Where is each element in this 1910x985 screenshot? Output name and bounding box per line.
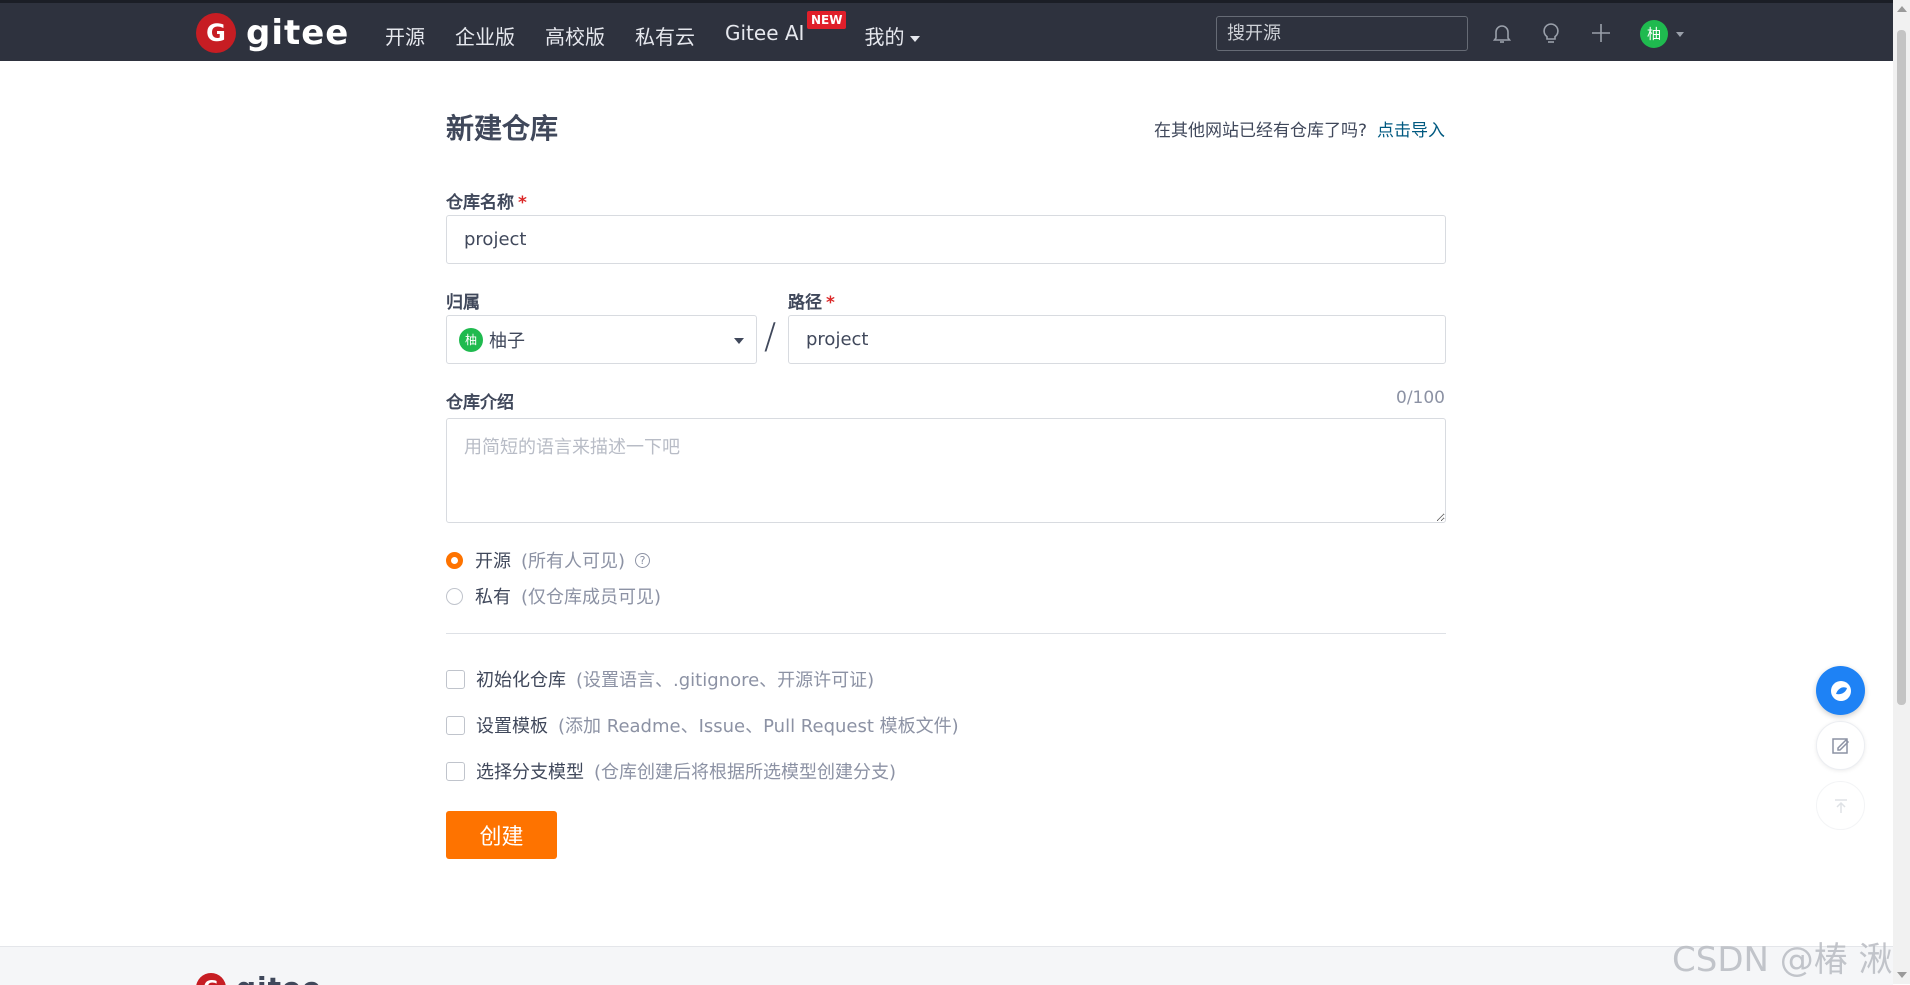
init-repo-checkbox[interactable]: 初始化仓库 (设置语言、.gitignore、开源许可证) [446, 666, 874, 692]
branch-model-label: 选择分支模型 [476, 758, 584, 784]
init-repo-label: 初始化仓库 [476, 666, 566, 692]
required-mark: * [826, 293, 835, 313]
import-prompt: 在其他网站已经有仓库了吗? 点击导入 [1154, 116, 1445, 141]
path-separator: / [764, 316, 776, 357]
assistant-icon [1827, 677, 1855, 705]
visibility-public-radio[interactable]: 开源 (所有人可见) ? [446, 547, 650, 573]
gitee-logo[interactable]: G gitee [196, 13, 349, 53]
user-avatar[interactable]: 柚 [1640, 20, 1668, 48]
repo-name-label-text: 仓库名称 [446, 193, 514, 213]
nav-item-private-cloud[interactable]: 私有云 [635, 21, 695, 50]
vertical-scrollbar[interactable] [1893, 0, 1910, 984]
required-mark: * [518, 193, 527, 213]
nav-item-gitee-ai-label: Gitee AI [725, 21, 804, 45]
chevron-down-icon [734, 338, 744, 344]
branch-model-hint: (仓库创建后将根据所选模型创建分支) [594, 758, 896, 784]
arrow-up-icon [1831, 796, 1851, 816]
scrollbar-thumb[interactable] [1897, 30, 1906, 705]
gitee-logo-mark: G [196, 13, 236, 53]
checkbox-icon [446, 716, 465, 735]
import-prompt-text: 在其他网站已经有仓库了吗? [1154, 121, 1367, 141]
path-input[interactable] [788, 315, 1446, 364]
repo-name-input[interactable] [446, 215, 1446, 264]
scroll-down-icon[interactable] [1897, 972, 1907, 978]
description-label: 仓库介绍 [446, 388, 514, 413]
bell-icon[interactable] [1490, 21, 1514, 45]
watermark: CSDN @椿 湫 [1672, 932, 1893, 981]
branch-model-checkbox[interactable]: 选择分支模型 (仓库创建后将根据所选模型创建分支) [446, 758, 896, 784]
nav-item-gitee-ai[interactable]: Gitee AI NEW [725, 21, 804, 50]
footer-logo-text: gitee [236, 971, 322, 985]
assistant-button[interactable] [1816, 666, 1865, 715]
edit-icon [1830, 735, 1852, 757]
footer: G gitee [0, 946, 1893, 985]
visibility-public-label: 开源 [475, 547, 511, 573]
path-label: 路径* [788, 288, 835, 313]
visibility-public-hint: (所有人可见) [521, 547, 625, 573]
footer-logo[interactable]: G gitee [196, 971, 322, 985]
scroll-up-icon[interactable] [1897, 6, 1907, 12]
repo-name-label: 仓库名称* [446, 188, 527, 213]
feedback-button[interactable] [1816, 721, 1865, 770]
page-title: 新建仓库 [446, 107, 558, 147]
template-label: 设置模板 [476, 712, 548, 738]
avatar-caret-icon[interactable] [1676, 32, 1684, 37]
path-label-text: 路径 [788, 293, 822, 313]
help-icon[interactable]: ? [635, 553, 650, 568]
new-badge: NEW [807, 11, 846, 29]
owner-label: 归属 [446, 288, 480, 313]
visibility-private-label: 私有 [475, 583, 511, 609]
radio-unchecked-icon [446, 588, 463, 605]
visibility-private-hint: (仅仓库成员可见) [521, 583, 661, 609]
plus-icon[interactable] [1589, 21, 1613, 45]
back-to-top-button[interactable] [1816, 781, 1865, 830]
main-nav: 开源 企业版 高校版 私有云 Gitee AI NEW 我的 [385, 21, 950, 50]
lightbulb-icon[interactable] [1539, 21, 1563, 45]
nav-item-mine-label: 我的 [864, 25, 904, 49]
owner-name: 柚子 [489, 327, 525, 353]
nav-item-enterprise[interactable]: 企业版 [455, 21, 515, 50]
description-textarea[interactable] [446, 418, 1446, 523]
nav-item-education[interactable]: 高校版 [545, 21, 605, 50]
import-link[interactable]: 点击导入 [1377, 121, 1445, 141]
template-hint: (添加 Readme、Issue、Pull Request 模板文件) [558, 712, 959, 738]
owner-avatar: 柚 [459, 328, 483, 352]
checkbox-icon [446, 762, 465, 781]
radio-checked-icon [446, 552, 463, 569]
gitee-logo-text: gitee [246, 13, 349, 53]
top-navbar: G gitee 开源 企业版 高校版 私有云 Gitee AI NEW 我的 柚 [0, 0, 1893, 61]
checkbox-icon [446, 670, 465, 689]
visibility-private-radio[interactable]: 私有 (仅仓库成员可见) [446, 583, 661, 609]
divider [446, 633, 1446, 634]
chevron-down-icon [910, 36, 920, 42]
nav-item-open-source[interactable]: 开源 [385, 21, 425, 50]
description-counter: 0/100 [1396, 388, 1445, 408]
init-repo-hint: (设置语言、.gitignore、开源许可证) [576, 666, 874, 692]
nav-item-mine[interactable]: 我的 [864, 21, 920, 50]
search-input[interactable] [1216, 16, 1468, 51]
footer-logo-mark: G [196, 973, 226, 985]
template-checkbox[interactable]: 设置模板 (添加 Readme、Issue、Pull Request 模板文件) [446, 712, 959, 738]
create-button[interactable]: 创建 [446, 811, 557, 859]
owner-select[interactable]: 柚 柚子 [446, 315, 757, 364]
